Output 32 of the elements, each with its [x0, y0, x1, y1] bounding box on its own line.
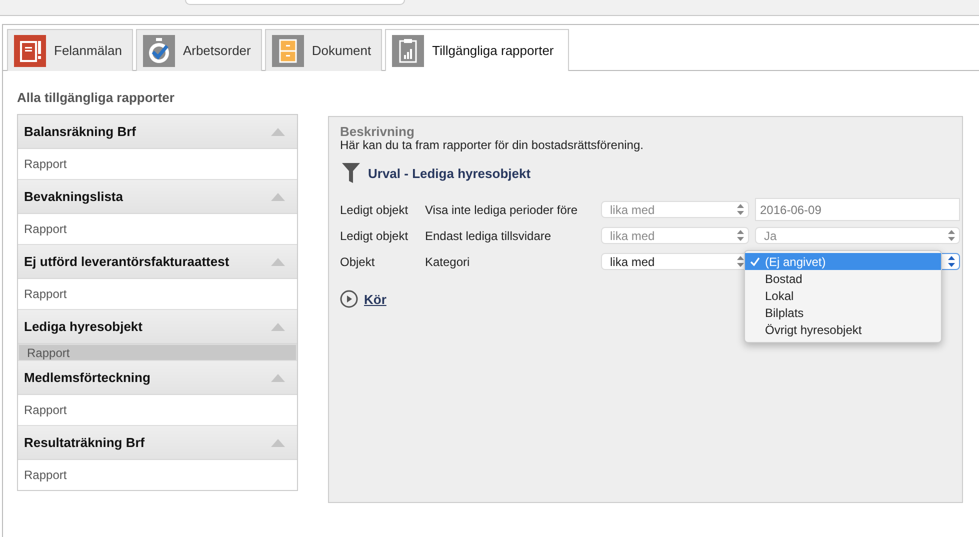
dropdown-option[interactable]: Lokal	[745, 287, 941, 304]
group-title: Medlemsförteckning	[24, 370, 150, 385]
tab[interactable]: Tillgängliga rapporter	[385, 29, 569, 71]
tab[interactable]: Felanmälan	[7, 29, 133, 71]
group-header[interactable]: Medlemsförteckning	[18, 361, 297, 395]
group-header[interactable]: Balansräkning Brf	[18, 115, 297, 149]
panel-heading: Beskrivning	[340, 126, 416, 138]
sidebar-title: Alla tillgängliga rapporter	[17, 89, 176, 107]
group-header[interactable]: Bevakningslista	[18, 180, 297, 214]
group-header[interactable]: Resultaträkning Brf	[18, 426, 297, 460]
tab[interactable]: Arbetsorder	[136, 29, 262, 71]
dropdown-option[interactable]: Bilplats	[745, 304, 941, 321]
dropdown-option[interactable]: Bostad	[745, 270, 941, 287]
group-title: Bevakningslista	[24, 189, 123, 204]
filter-title: Urval - Lediga hyresobjekt	[368, 166, 531, 180]
field-label: Ledigt objekt	[340, 202, 410, 216]
report-item[interactable]: Rapport	[18, 344, 297, 361]
group-title: Resultaträkning Brf	[24, 435, 145, 450]
dropdown-option[interactable]: Övrigt hyresobjekt	[745, 321, 941, 338]
group-title: Lediga hyresobjekt	[24, 319, 142, 334]
description-text: Här kan du ta fram rapporter för din bostadsrättsförening.	[340, 138, 644, 152]
run-link[interactable]: Kör	[340, 290, 386, 308]
criterion-label: Endast lediga tillsvidare	[425, 228, 552, 242]
group-header[interactable]: Lediga hyresobjekt	[18, 310, 297, 344]
group-title: Balansräkning Brf	[24, 124, 136, 139]
field-label: Ledigt objekt	[340, 228, 410, 242]
group-title: Ej utförd leverantörsfakturaattest	[24, 254, 230, 269]
tab[interactable]: Dokument	[264, 29, 382, 71]
group-header[interactable]: Ej utförd leverantörsfakturaattest	[18, 245, 297, 279]
criterion-label: Visa inte lediga perioder före	[425, 202, 579, 216]
criterion-label: Kategori	[425, 254, 471, 268]
field-label: Objekt	[340, 254, 376, 268]
